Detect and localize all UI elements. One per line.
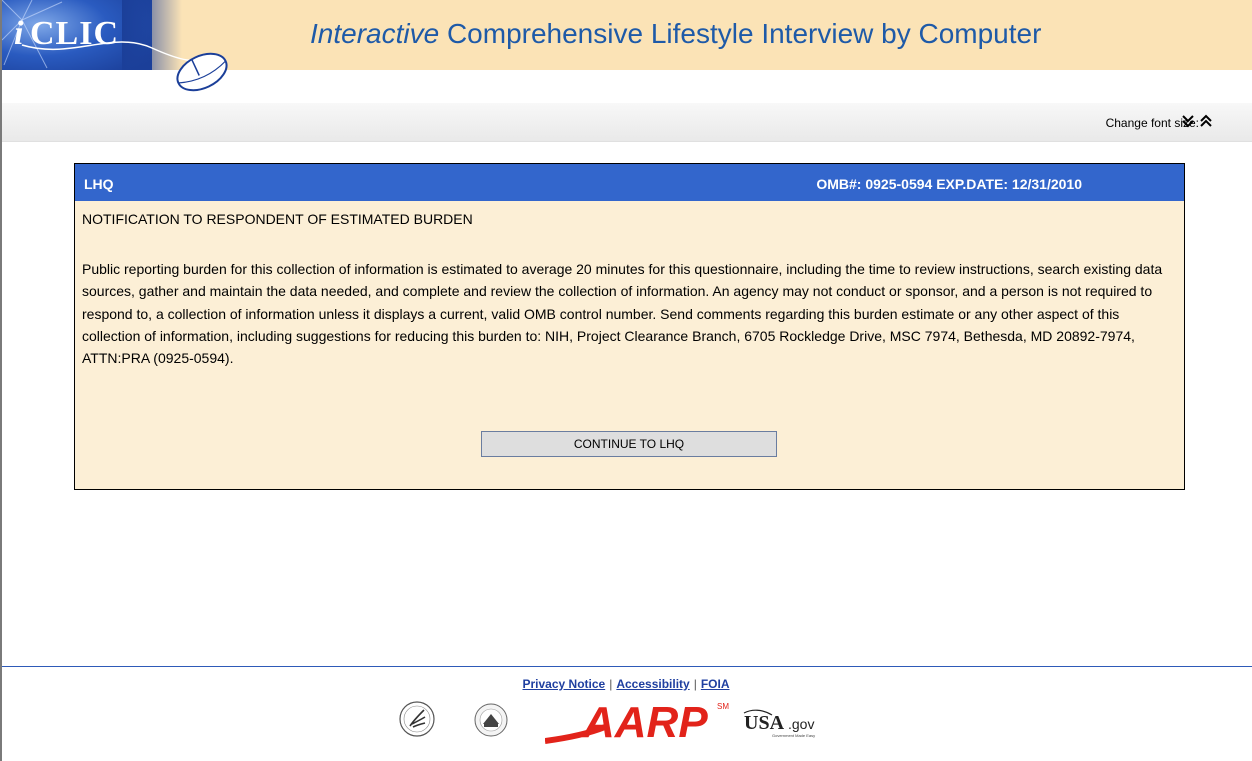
footer-separator: | (693, 677, 697, 691)
burden-notice-panel: LHQ OMB#: 0925-0594 EXP.DATE: 12/31/2010… (74, 163, 1185, 490)
omb-number: OMB#: 0925-0594 EXP.DATE: 12/31/2010 (816, 176, 1082, 192)
increase-font-button[interactable] (1198, 112, 1214, 130)
iclic-logo: i CLIC (1, 0, 238, 100)
continue-button[interactable]: CONTINUE TO LHQ (481, 431, 777, 457)
svg-text:CLIC: CLIC (30, 15, 119, 52)
decrease-font-button[interactable] (1180, 112, 1196, 130)
svg-text:AARP: AARP (582, 698, 708, 745)
hhs-seal-icon (399, 701, 435, 737)
title-italic: Interactive (310, 18, 440, 49)
double-chevron-down-icon (1182, 115, 1194, 128)
title-rest: Comprehensive Lifestyle Interview by Com… (439, 18, 1042, 49)
footer-divider (2, 666, 1252, 667)
footer-links: Privacy Notice | Accessibility | FOIA (0, 677, 1252, 691)
svg-text:.gov: .gov (788, 716, 814, 732)
svg-text:USA: USA (744, 712, 785, 734)
foia-link[interactable]: FOIA (701, 677, 730, 691)
accessibility-link[interactable]: Accessibility (616, 677, 689, 691)
double-chevron-up-icon (1200, 114, 1212, 127)
notice-header-title: LHQ (84, 176, 114, 192)
footer-logos: AARP SM USA .gov Government Made Easy (0, 695, 1252, 755)
svg-text:Government Made Easy: Government Made Easy (772, 733, 815, 738)
nih-seal-icon (474, 703, 508, 737)
notice-heading: NOTIFICATION TO RESPONDENT OF ESTIMATED … (82, 211, 473, 227)
usa-gov-logo: USA .gov Government Made Easy (743, 709, 815, 738)
svg-text:i: i (14, 15, 24, 52)
notice-body-text: Public reporting burden for this collect… (82, 261, 1163, 367)
toolbar-strip (2, 103, 1252, 142)
footer-separator: | (609, 677, 613, 691)
svg-text:SM: SM (717, 702, 729, 711)
notice-header-bar: LHQ OMB#: 0925-0594 EXP.DATE: 12/31/2010 (75, 164, 1184, 201)
iclic-logo-graphic: i CLIC (1, 0, 228, 92)
aarp-logo: AARP SM (545, 698, 729, 745)
page-title: Interactive Comprehensive Lifestyle Inte… (310, 18, 1041, 50)
privacy-notice-link[interactable]: Privacy Notice (522, 677, 605, 691)
